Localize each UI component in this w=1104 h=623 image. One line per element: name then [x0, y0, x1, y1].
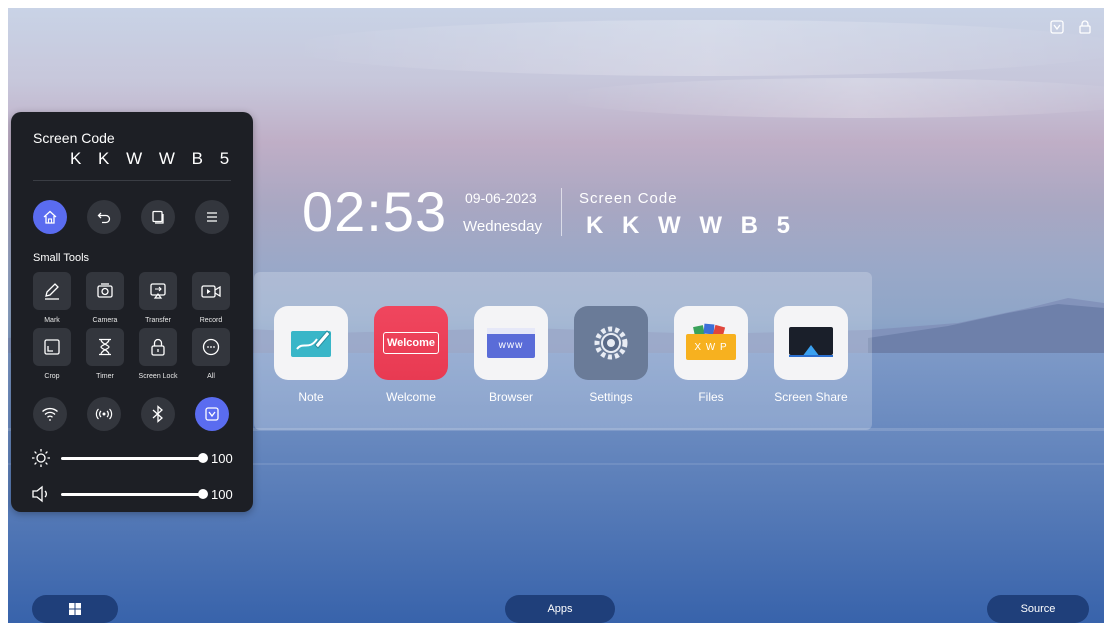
wifi-icon	[42, 407, 58, 421]
browser-icon: www	[487, 328, 535, 358]
tool-record[interactable]	[192, 272, 230, 310]
camera-icon	[97, 283, 113, 298]
brightness-icon	[32, 449, 50, 467]
brightness-slider-knob[interactable]	[198, 453, 208, 463]
app-label-screen-share: Screen Share	[774, 390, 848, 404]
home-screen-code-value: K K W W B 5	[586, 212, 796, 239]
tool-camera[interactable]	[86, 272, 124, 310]
more-icon	[202, 338, 220, 356]
back-button[interactable]	[87, 200, 121, 234]
record-icon	[201, 285, 221, 298]
app-label-welcome: Welcome	[386, 390, 436, 404]
tool-label-all: All	[207, 373, 215, 380]
menu-button[interactable]	[195, 200, 229, 234]
app-screen-share[interactable]	[774, 306, 848, 380]
bluetooth-toggle[interactable]	[141, 397, 175, 431]
app-dock: Note Welcome Welcome www Browser Setting…	[254, 272, 872, 430]
panel-divider	[33, 180, 231, 181]
tool-label-mark: Mark	[44, 317, 60, 324]
tool-screen-lock[interactable]	[139, 328, 177, 366]
tool-label-crop: Crop	[44, 373, 60, 380]
app-settings[interactable]	[574, 306, 648, 380]
brightness-value: 100	[211, 451, 233, 466]
app-note[interactable]	[274, 306, 348, 380]
hotspot-icon	[95, 408, 113, 420]
window-button[interactable]	[141, 200, 175, 234]
clock-divider	[561, 188, 562, 236]
top-right-icons	[1050, 20, 1092, 34]
quick-control-panel: Screen Code K K W W B 5 Small Tools Mark…	[11, 112, 253, 512]
home-icon	[43, 210, 57, 224]
welcome-icon: Welcome	[382, 332, 440, 354]
source-button[interactable]: Source	[987, 595, 1089, 623]
start-button[interactable]	[32, 595, 118, 623]
hourglass-icon	[99, 338, 111, 356]
volume-value: 100	[211, 487, 233, 502]
wifi-toggle[interactable]	[33, 397, 67, 431]
settings-icon	[594, 326, 628, 360]
app-files[interactable]: X W P	[674, 306, 748, 380]
tool-label-screen-lock: Screen Lock	[138, 373, 178, 380]
home-button[interactable]	[33, 200, 67, 234]
tool-label-record: Record	[199, 317, 223, 324]
clock-date: 09-06-2023	[465, 190, 537, 206]
clock-weekday: Wednesday	[463, 218, 542, 235]
browser-icon-text: www	[498, 340, 524, 351]
tool-label-camera: Camera	[92, 317, 118, 324]
app-browser[interactable]: www	[474, 306, 548, 380]
app-label-settings: Settings	[589, 390, 633, 404]
lock-small-icon[interactable]	[1078, 20, 1092, 34]
desktop-screen: Screen Code K K W W B 5 Small Tools Mark…	[8, 8, 1104, 623]
volume-slider-knob[interactable]	[198, 489, 208, 499]
window-icon	[152, 210, 164, 224]
screen-share-icon	[789, 327, 833, 357]
app-label-browser: Browser	[488, 390, 533, 404]
files-icon: X W P	[686, 323, 736, 360]
app-welcome[interactable]: Welcome	[374, 306, 448, 380]
eye-care-icon	[205, 407, 219, 421]
tool-crop[interactable]	[33, 328, 71, 366]
welcome-icon-text: Welcome	[386, 337, 436, 349]
tool-timer[interactable]	[86, 328, 124, 366]
tool-label-timer: Timer	[96, 373, 114, 380]
brightness-slider[interactable]	[61, 457, 204, 460]
note-icon	[291, 330, 331, 357]
tool-mark[interactable]	[33, 272, 71, 310]
small-tools-title: Small Tools	[33, 252, 90, 264]
clock-time: 02:53	[302, 180, 448, 243]
files-icon-folder: X W P	[686, 334, 736, 360]
volume-slider[interactable]	[61, 493, 204, 496]
files-icon-text: X W P	[694, 341, 728, 353]
volume-icon	[32, 485, 47, 503]
screen-code-label: Screen Code	[33, 130, 115, 146]
home-screen-code-label: Screen Code	[579, 190, 678, 207]
bluetooth-icon	[152, 405, 163, 423]
transfer-icon	[150, 283, 166, 299]
crop-icon	[44, 339, 60, 355]
browser-tab-bar	[487, 328, 535, 334]
windows-icon	[69, 603, 81, 615]
tool-all[interactable]	[192, 328, 230, 366]
pen-icon	[45, 283, 59, 300]
app-label-files: Files	[698, 390, 724, 404]
apps-button[interactable]: Apps	[505, 595, 615, 623]
lock-icon	[151, 338, 165, 356]
back-icon	[97, 212, 111, 224]
eye-care-small-icon[interactable]	[1050, 20, 1064, 34]
hotspot-toggle[interactable]	[87, 397, 121, 431]
tool-transfer[interactable]	[139, 272, 177, 310]
app-label-note: Note	[298, 390, 324, 404]
eye-care-toggle[interactable]	[195, 397, 229, 431]
menu-icon	[207, 212, 217, 222]
screen-code-value: K K W W B 5	[70, 149, 236, 168]
tool-label-transfer: Transfer	[145, 317, 171, 324]
